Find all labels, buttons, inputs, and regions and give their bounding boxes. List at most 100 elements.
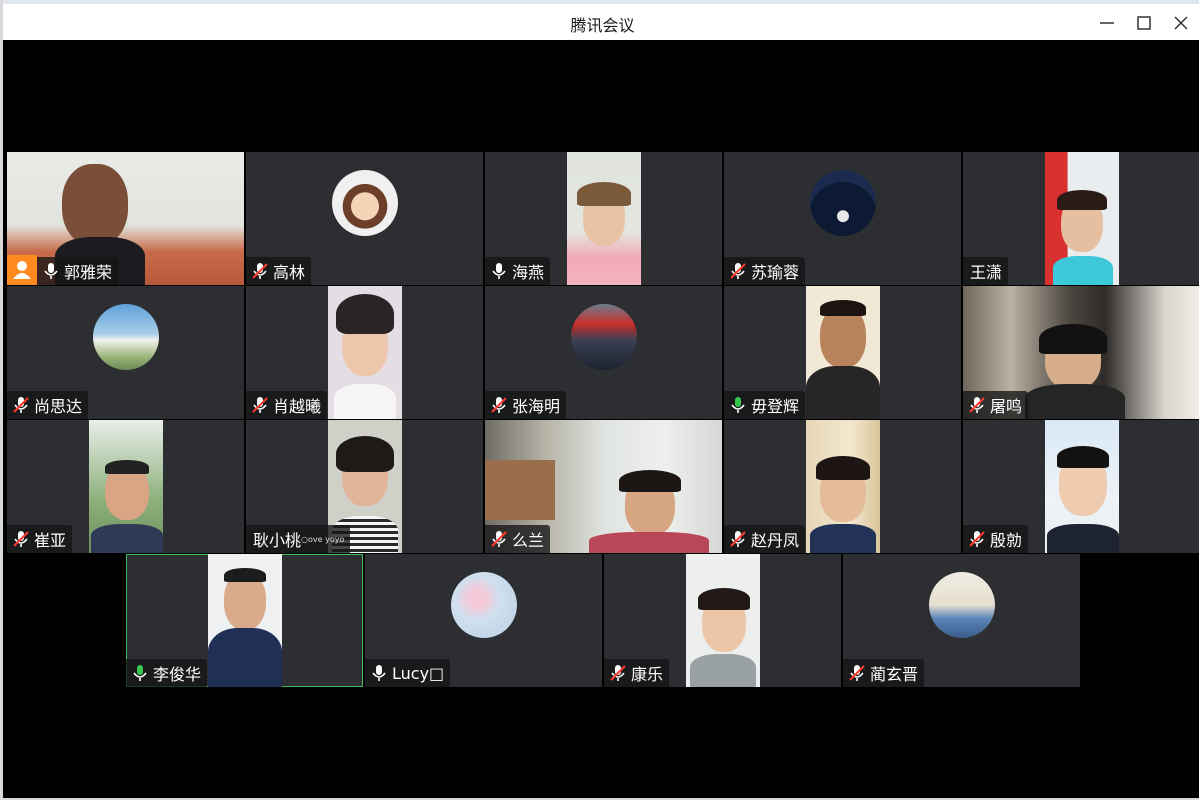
participant-name: 尚思达 [34,397,83,416]
participant-avatar [810,170,876,236]
participant-name: 高林 [273,263,306,282]
microphone-muted-icon [849,665,865,681]
participant-namebar: 毋登辉 [724,391,806,419]
maximize-icon [1137,16,1151,30]
participant-name: 康乐 [631,665,664,684]
participant-tile[interactable]: 崔亚 [7,420,244,553]
participant-tile[interactable]: 殷勍 [963,420,1199,553]
participant-name: 海燕 [512,263,545,282]
participant-video [1045,152,1119,285]
participant-video [328,286,402,419]
participant-name: 郭雅荣 [64,263,113,282]
participant-tile[interactable]: 海燕 [485,152,722,285]
participant-tile[interactable]: 王潇 [963,152,1199,285]
microphone-muted-icon [730,263,746,279]
participant-namebar: 高林 [246,257,312,285]
participant-name: 蔺玄晋 [870,665,919,684]
microphone-icon [492,263,506,279]
participant-name: 苏瑜蓉 [751,263,800,282]
close-icon [1174,16,1188,30]
participant-tile[interactable]: 高林 [246,152,483,285]
participant-video [806,286,880,419]
participant-name: 肖越曦 [273,397,322,416]
participant-namebar: 李俊华 [126,659,208,687]
participant-name: 殷勍 [990,531,1023,550]
participant-avatar [571,304,637,370]
microphone-muted-icon [610,665,626,681]
participant-namebar: 郭雅荣 [37,257,119,285]
maximize-button[interactable] [1126,8,1162,38]
host-icon [13,261,31,279]
microphone-speaking-icon [133,665,147,681]
participant-video [89,420,163,553]
minimize-button[interactable] [1089,8,1125,38]
participant-tile[interactable]: 么兰 [485,420,722,553]
participant-tile[interactable]: 郭雅荣 [7,152,244,285]
participant-tile[interactable]: 张海明 [485,286,722,419]
participant-video [208,554,282,687]
participant-name: 王潇 [970,263,1003,282]
participant-video [1045,420,1119,553]
microphone-speaking-icon [731,397,745,413]
participant-namebar: 张海明 [485,391,567,419]
microphone-icon [372,665,386,681]
window-title: 腾讯会议 [570,16,635,35]
participant-name: 么兰 [512,531,545,550]
participant-tile[interactable]: 毋登辉 [724,286,961,419]
participant-tile[interactable]: 赵丹凤 [724,420,961,553]
participant-namebar: 蔺玄晋 [843,659,925,687]
participant-video [686,554,760,687]
participant-namebar: 么兰 [485,525,551,553]
participant-tile[interactable]: 耿小桃 ○ove yoyo [246,420,483,553]
microphone-muted-icon [13,397,29,413]
participant-namebar: 屠鸣 [963,391,1029,419]
microphone-muted-icon [252,263,268,279]
participant-tile[interactable]: 肖越曦 [246,286,483,419]
microphone-muted-icon [969,531,985,547]
participant-name: 赵丹凤 [751,531,800,550]
participant-tile[interactable]: 蔺玄晋 [843,554,1080,687]
participant-namebar: 海燕 [485,257,551,285]
participant-namebar: 康乐 [604,659,670,687]
participant-name: 耿小桃 [253,531,302,550]
close-button[interactable] [1163,8,1199,38]
microphone-icon [44,263,58,279]
participant-namebar: 赵丹凤 [724,525,806,553]
participant-name: 崔亚 [34,531,67,550]
participant-namebar: 肖越曦 [246,391,328,419]
video-gallery: 郭雅荣 高林 海燕 苏瑜蓉 王潇 尚思达 肖越曦 张海明 毋登辉 屠鸣 崔亚 耿… [6,40,1199,798]
participant-name: 李俊华 [153,665,202,684]
participant-name: 毋登辉 [751,397,800,416]
participant-name: 屠鸣 [990,397,1023,416]
participant-video [567,152,641,285]
microphone-muted-icon [252,397,268,413]
participant-avatar [93,304,159,370]
participant-namebar: 耿小桃 ○ove yoyo [246,525,351,553]
participant-avatar [332,170,398,236]
participant-tile-active-speaker[interactable]: 李俊华 [126,554,363,687]
host-badge [7,255,37,285]
participant-avatar [451,572,517,638]
minimize-icon [1100,22,1114,24]
participant-name: Lucy□ [392,663,445,683]
participant-name: 张海明 [512,397,561,416]
participant-tile[interactable]: Lucy□ [365,554,602,687]
participant-tile[interactable]: 屠鸣 [963,286,1199,419]
participant-namebar: 尚思达 [7,391,89,419]
microphone-muted-icon [491,531,507,547]
participant-tile[interactable]: 尚思达 [7,286,244,419]
meeting-window: 腾讯会议 郭雅荣 高林 海燕 苏瑜蓉 王潇 尚思达 肖越曦 张海明 毋登辉 屠鸣… [0,0,1199,800]
participant-tile[interactable]: 康乐 [604,554,841,687]
title-bar: 腾讯会议 [3,4,1199,40]
participant-namebar: 苏瑜蓉 [724,257,806,285]
microphone-muted-icon [491,397,507,413]
participant-tile[interactable]: 苏瑜蓉 [724,152,961,285]
microphone-muted-icon [13,531,29,547]
microphone-muted-icon [969,397,985,413]
participant-name-suffix: ○ove yoyo [301,534,345,544]
participant-namebar: 殷勍 [963,525,1029,553]
participant-avatar [929,572,995,638]
participant-video [806,420,880,553]
participant-namebar: 王潇 [963,257,1009,285]
participant-namebar: Lucy□ [365,659,451,687]
